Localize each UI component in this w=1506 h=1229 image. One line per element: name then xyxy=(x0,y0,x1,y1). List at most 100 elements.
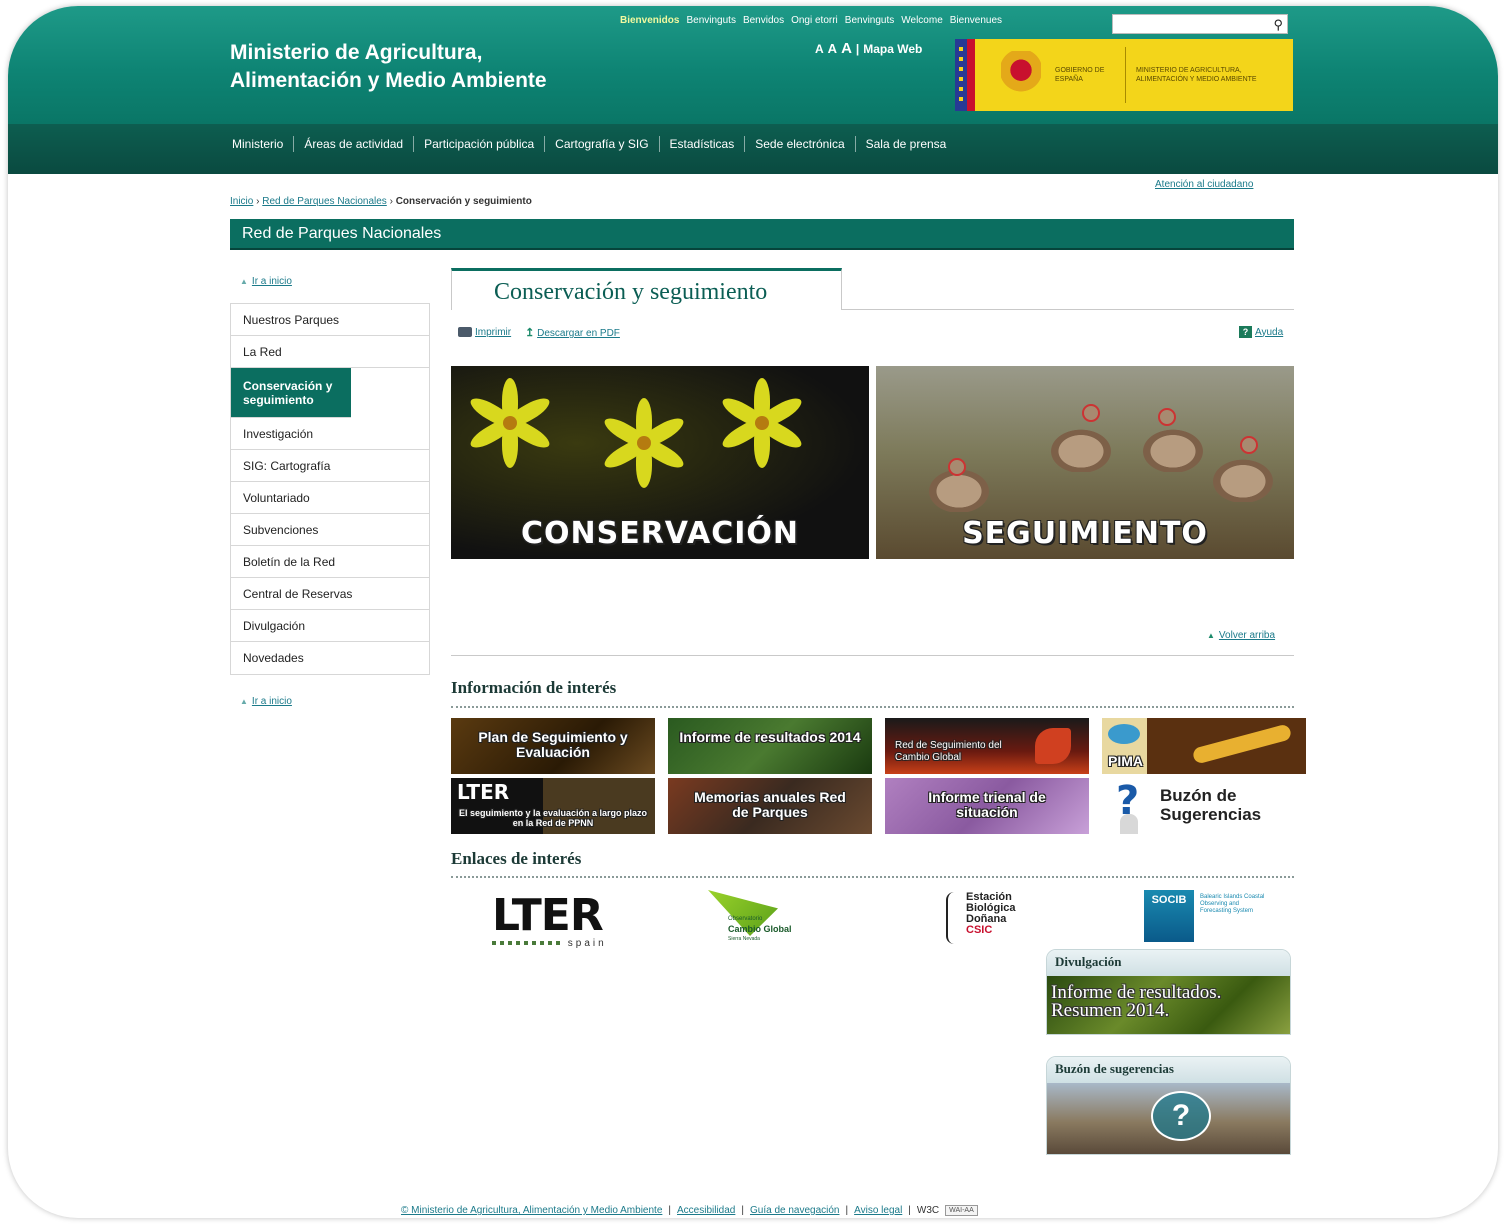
lang-gl[interactable]: Benvidos xyxy=(743,15,784,26)
search-input[interactable]: ⚲ xyxy=(1112,14,1288,34)
help-link[interactable]: ? Ayuda xyxy=(1239,326,1283,338)
nav-item-sede[interactable]: Sede electrónica xyxy=(745,136,856,152)
nav-item-cartografia[interactable]: Cartografía y SIG xyxy=(545,136,660,152)
ebd-line: CSIC xyxy=(966,924,993,936)
sidebar-item-conservacion[interactable]: Conservación y seguimiento xyxy=(231,368,351,418)
sidebar-item-divulgacion[interactable]: Divulgación xyxy=(231,610,429,642)
sidebar-item-parques[interactable]: Nuestros Parques xyxy=(231,304,429,336)
question-person-icon: ? xyxy=(1110,778,1144,834)
banner-conservacion[interactable]: CONSERVACIÓN xyxy=(451,366,869,559)
divulgacion-text: Informe de resultados. Resumen 2014. xyxy=(1051,983,1221,1020)
tile-red-seguimiento[interactable]: Red de Seguimiento del Cambio Global xyxy=(885,718,1089,774)
lang-en[interactable]: Welcome xyxy=(901,15,943,26)
partridge-head xyxy=(1082,404,1100,422)
lang-va[interactable]: Benvinguts xyxy=(845,15,894,26)
sidebar-nav: Nuestros Parques La Red Conservación y s… xyxy=(230,303,430,675)
nav-item-prensa[interactable]: Sala de prensa xyxy=(856,136,957,152)
info-section-title: Información de interés xyxy=(451,678,617,697)
tile-informe-resultados[interactable]: Informe de resultados 2014 xyxy=(668,718,872,774)
leaf-icon xyxy=(1035,728,1071,764)
socib-label: SOCIB xyxy=(1151,894,1187,906)
divulgacion-box[interactable]: Divulgación Informe de resultados. Resum… xyxy=(1046,949,1291,1035)
lter-mini-logo: LTER xyxy=(457,780,510,804)
divulgacion-title: Divulgación xyxy=(1047,950,1290,976)
tile-label: PIMA xyxy=(1108,753,1143,769)
back-to-top-link[interactable]: ▲ Volver arriba xyxy=(1207,630,1275,641)
partridge-image xyxy=(1138,426,1208,472)
tile-pima[interactable]: PIMA xyxy=(1102,718,1306,774)
printer-icon xyxy=(458,327,472,338)
partridge-head xyxy=(948,458,966,476)
footer-legal-link[interactable]: Aviso legal xyxy=(854,1205,902,1216)
lter-spain-logo[interactable]: LTER spain xyxy=(492,894,607,949)
sidebar-item-reservas[interactable]: Central de Reservas xyxy=(231,578,429,610)
cambio-global-logo[interactable]: Observatorio Cambio Global Sierra Nevada xyxy=(708,890,848,950)
page-title-tab: Conservación y seguimiento xyxy=(451,268,842,310)
footer-copyright-link[interactable]: © Ministerio de Agricultura, Alimentació… xyxy=(401,1205,662,1216)
nav-item-ministerio[interactable]: Ministerio xyxy=(232,136,295,152)
site-map-link[interactable]: Mapa Web xyxy=(863,42,922,56)
goto-top-link-bottom[interactable]: ▲ Ir a inicio xyxy=(240,696,292,707)
tile-memorias-anuales[interactable]: Memorias anuales Red de Parques xyxy=(668,778,872,834)
site-header: Ministerio de Agricultura, Alimentación … xyxy=(8,6,1498,124)
arrow-up-icon: ▲ xyxy=(240,277,248,286)
banner-conservacion-label: CONSERVACIÓN xyxy=(520,516,799,551)
pdf-label: Descargar en PDF xyxy=(537,328,620,339)
sidebar-item-red[interactable]: La Red xyxy=(231,336,429,368)
lang-es[interactable]: Bienvenidos xyxy=(620,15,679,26)
nav-item-areas[interactable]: Áreas de actividad xyxy=(294,136,415,152)
sidebar-item-boletin[interactable]: Boletín de la Red xyxy=(231,546,429,578)
tile-label: Memorias anuales Red de Parques xyxy=(694,789,846,820)
w3c-badge[interactable]: W3C xyxy=(917,1205,939,1216)
sidebar-item-novedades[interactable]: Novedades xyxy=(231,642,429,674)
lang-fr[interactable]: Bienvenues xyxy=(950,15,1002,26)
site-title-line2: Alimentación y Medio Ambiente xyxy=(230,69,547,92)
socib-description: Balearic Islands Coastal Observing and F… xyxy=(1200,894,1265,914)
goto-top-link[interactable]: ▲ Ir a inicio xyxy=(240,276,292,287)
browser-frame: Ministerio de Agricultura, Alimentación … xyxy=(8,6,1498,1218)
lang-eu[interactable]: Ongi etorri xyxy=(791,15,838,26)
ocg-sub-label: Sierra Nevada xyxy=(728,936,760,942)
sidebar-item-sig[interactable]: SIG: Cartografía xyxy=(231,450,429,482)
citizen-attention-link[interactable]: Atención al ciudadano xyxy=(1155,179,1253,190)
font-small-button[interactable]: A xyxy=(815,42,824,56)
nav-item-estadisticas[interactable]: Estadísticas xyxy=(660,136,746,152)
banner-seguimiento[interactable]: SEGUIMIENTO xyxy=(876,366,1294,559)
nav-item-participacion[interactable]: Participación pública xyxy=(414,136,546,152)
flower-image xyxy=(465,378,555,468)
search-icon[interactable]: ⚲ xyxy=(1273,17,1283,33)
wai-badge[interactable]: WAI-AA xyxy=(945,1205,978,1216)
lang-ca[interactable]: Benvinguts xyxy=(686,15,735,26)
font-medium-button[interactable]: A xyxy=(828,41,837,56)
site-title[interactable]: Ministerio de Agricultura, Alimentación … xyxy=(230,39,547,95)
government-logo[interactable]: GOBIERNO DE ESPAÑA MINISTERIO DE AGRICUL… xyxy=(955,39,1293,111)
sidebar-item-subvenciones[interactable]: Subvenciones xyxy=(231,514,429,546)
footer-nav-guide-link[interactable]: Guía de navegación xyxy=(750,1205,840,1216)
flower-image xyxy=(599,398,689,488)
breadcrumb-home[interactable]: Inicio xyxy=(230,196,253,207)
font-large-button[interactable]: A xyxy=(841,40,852,57)
breadcrumb-current: Conservación y seguimiento xyxy=(395,196,532,207)
buzon-box[interactable]: Buzón de sugerencias ? xyxy=(1046,1056,1291,1155)
tile-informe-trienal[interactable]: Informe trienal de situación xyxy=(885,778,1089,834)
tile-label: Informe trienal de situación xyxy=(928,789,1046,820)
footer-accessibility-link[interactable]: Accesibilidad xyxy=(677,1205,735,1216)
estacion-donana-logo[interactable]: Estación Biológica Doñana CSIC xyxy=(946,892,1016,944)
footer-separator: | xyxy=(668,1205,671,1216)
tile-lter-seguimiento[interactable]: LTER El seguimiento y la evaluación a la… xyxy=(451,778,655,834)
sidebar-item-investigacion[interactable]: Investigación xyxy=(231,418,429,450)
site-title-line1: Ministerio de Agricultura, xyxy=(230,41,483,64)
tile-buzon-sugerencias[interactable]: ? Buzón de Sugerencias xyxy=(1102,778,1306,834)
sidebar-item-voluntariado[interactable]: Voluntariado xyxy=(231,482,429,514)
lter-sub-label: spain xyxy=(567,938,607,949)
tile-plan-seguimiento[interactable]: Plan de Seguimiento y Evaluación xyxy=(451,718,655,774)
socib-logo[interactable]: SOCIB Balearic Islands Coastal Observing… xyxy=(1144,890,1284,944)
breadcrumb-parent[interactable]: Red de Parques Nacionales xyxy=(262,196,387,207)
goto-top-label: Ir a inicio xyxy=(251,276,292,287)
flag-stripe xyxy=(967,39,975,111)
print-link[interactable]: Imprimir xyxy=(458,327,511,338)
breadcrumb-separator: › xyxy=(256,196,260,207)
pdf-download-link[interactable]: ↥ Descargar en PDF xyxy=(525,326,620,339)
breadcrumb: Inicio › Red de Parques Nacionales › Con… xyxy=(230,196,532,207)
tile-label: Red de Seguimiento del Cambio Global xyxy=(895,740,1002,763)
